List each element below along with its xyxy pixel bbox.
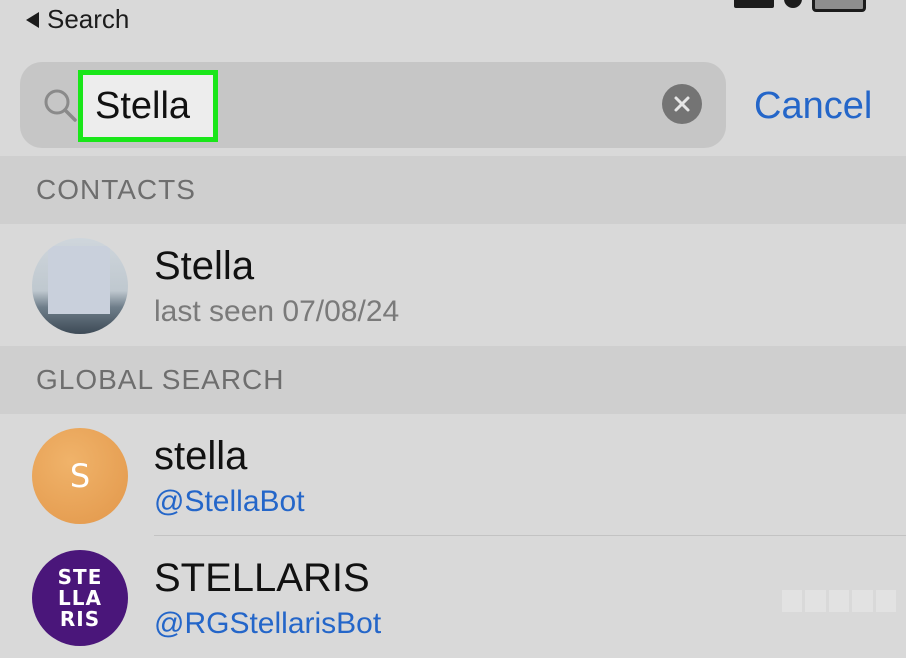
contact-last-seen: last seen 07/08/24 <box>154 295 400 328</box>
result-username: @RGStellarisBot <box>154 607 382 640</box>
wifi-icon <box>784 0 802 8</box>
avatar: S <box>32 428 128 524</box>
back-label: Search <box>47 4 130 34</box>
contacts-section-header: CONTACTS <box>0 156 906 224</box>
back-arrow-icon <box>26 11 39 28</box>
clear-search-button[interactable] <box>662 84 702 124</box>
result-name: stella <box>154 434 248 478</box>
system-icons <box>734 0 866 12</box>
cancel-button[interactable]: Cancel <box>754 82 872 130</box>
avatar-letter: S <box>69 457 91 495</box>
status-bar: Search <box>0 0 906 40</box>
close-icon <box>674 96 690 112</box>
watermark <box>782 590 897 612</box>
avatar: STE LLA RIS <box>32 550 128 646</box>
avatar-logo-text: STE LLA RIS <box>57 564 103 631</box>
global-result-row[interactable]: STE LLA RIS STELLARIS @RGStellarisBot <box>0 536 906 658</box>
result-username: @StellaBot <box>154 485 305 518</box>
search-icon <box>44 89 77 122</box>
back-to-search-link[interactable]: Search <box>26 4 129 35</box>
battery-icon <box>812 0 866 12</box>
signal-icon <box>734 0 774 8</box>
result-name: STELLARIS <box>154 556 370 600</box>
contact-name: Stella <box>154 244 255 288</box>
global-search-section-header: GLOBAL SEARCH <box>0 346 906 414</box>
search-input[interactable]: Stella <box>95 82 190 130</box>
search-bar-row: Stella Cancel <box>0 56 906 157</box>
global-result-row[interactable]: S stella @StellaBot <box>0 414 906 536</box>
contact-row[interactable]: Stella last seen 07/08/24 <box>0 224 906 346</box>
avatar <box>32 238 128 334</box>
avatar-photo-blur <box>48 246 110 314</box>
